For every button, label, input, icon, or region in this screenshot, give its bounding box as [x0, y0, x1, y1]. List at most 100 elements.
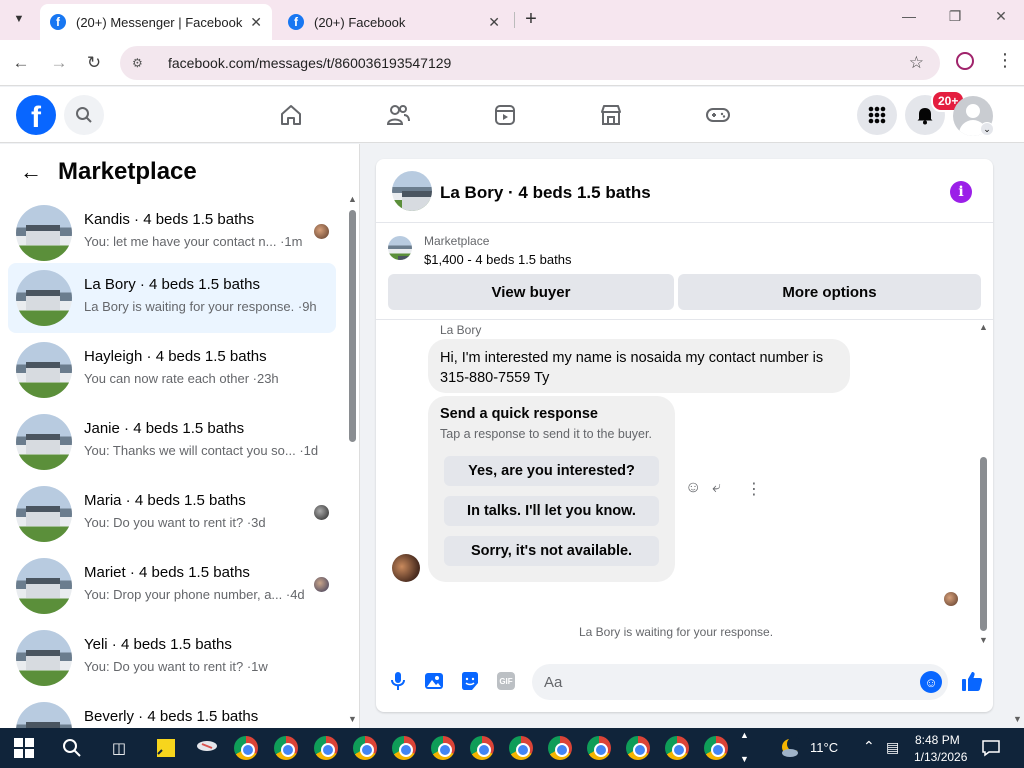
back-arrow-icon[interactable]: ←: [10, 52, 32, 74]
new-tab-button[interactable]: +: [520, 8, 542, 30]
notifications-icon[interactable]: [978, 735, 1004, 761]
back-arrow-icon[interactable]: ←: [20, 159, 42, 185]
info-icon[interactable]: i: [950, 181, 972, 203]
sender-avatar[interactable]: [392, 554, 420, 582]
menu-grid-icon[interactable]: [857, 95, 897, 135]
facebook-top-nav: f: [0, 87, 1024, 143]
chrome-icon[interactable]: [626, 736, 650, 760]
chrome-icon[interactable]: [665, 736, 689, 760]
conversation-item-selected[interactable]: La Bory · 4 beds 1.5 baths La Bory is wa…: [8, 263, 336, 333]
conversation-name: Yeli · 4 beds 1.5 baths: [84, 636, 232, 653]
chrome-icon[interactable]: [274, 736, 298, 760]
chrome-icon[interactable]: [431, 736, 455, 760]
taskbar-scroll-down-icon[interactable]: ▼: [740, 754, 749, 764]
sticky-notes-icon[interactable]: [153, 735, 179, 761]
chevron-up-icon[interactable]: ⌃: [863, 738, 875, 755]
weather-moon-icon[interactable]: [776, 735, 802, 761]
browser-menu-icon[interactable]: ⋮: [996, 50, 1014, 71]
seen-avatar: [944, 592, 958, 606]
page-scroll-down-icon[interactable]: ▼: [1013, 714, 1022, 724]
network-icon[interactable]: ▤: [886, 739, 899, 756]
gif-icon[interactable]: GIF: [497, 672, 515, 690]
friends-icon[interactable]: [384, 101, 412, 129]
chat-scrollbar[interactable]: [980, 457, 987, 631]
photo-icon[interactable]: [424, 671, 444, 691]
conversation-name: Maria · 4 beds 1.5 baths: [84, 492, 246, 509]
close-tab-icon[interactable]: ✕: [488, 14, 500, 31]
chrome-icon[interactable]: [392, 736, 416, 760]
home-icon[interactable]: [277, 101, 305, 129]
task-view-icon[interactable]: ◫: [106, 735, 132, 761]
scroll-down-arrow-icon[interactable]: ▼: [979, 635, 988, 645]
marketplace-icon[interactable]: [597, 101, 625, 129]
more-options-button[interactable]: More options: [678, 274, 981, 310]
chrome-icon[interactable]: [587, 736, 611, 760]
conversation-item[interactable]: Kandis · 4 beds 1.5 baths You: let me ha…: [8, 198, 336, 268]
conversation-item[interactable]: Janie · 4 beds 1.5 baths You: Thanks we …: [8, 407, 336, 477]
sticker-icon[interactable]: [460, 671, 480, 691]
chrome-icon[interactable]: [470, 736, 494, 760]
clock-date[interactable]: 1/13/2026: [914, 750, 967, 764]
search-icon[interactable]: [64, 95, 104, 135]
chrome-icon[interactable]: [704, 736, 728, 760]
scroll-up-arrow-icon[interactable]: ▲: [348, 194, 357, 204]
sidebar-scrollbar[interactable]: [349, 210, 356, 442]
microphone-icon[interactable]: [388, 671, 408, 691]
chrome-icon[interactable]: [234, 736, 258, 760]
temperature-text[interactable]: 11°C: [810, 740, 838, 755]
thumbs-up-icon[interactable]: [960, 669, 984, 693]
search-icon[interactable]: [59, 735, 85, 761]
facebook-logo-icon[interactable]: f: [16, 95, 56, 135]
url-omnibox[interactable]: ⚙ facebook.com/messages/t/86003619354712…: [120, 46, 940, 80]
restore-button[interactable]: ❐: [940, 8, 970, 25]
view-buyer-button[interactable]: View buyer: [388, 274, 674, 310]
tab-messenger[interactable]: f (20+) Messenger | Facebook ✕: [40, 4, 272, 40]
app-icon[interactable]: [194, 735, 220, 761]
clock-time[interactable]: 8:48 PM: [915, 733, 960, 747]
video-icon[interactable]: [491, 101, 519, 129]
tab-search-dropdown-icon[interactable]: ▼: [6, 6, 32, 32]
listing-thumbnail[interactable]: [392, 171, 432, 211]
conversation-item[interactable]: Maria · 4 beds 1.5 baths You: Do you wan…: [8, 479, 336, 549]
chrome-icon[interactable]: [314, 736, 338, 760]
emoji-icon[interactable]: ☺: [920, 671, 942, 693]
listing-thumbnail: [16, 486, 72, 542]
bookmark-star-icon[interactable]: ☆: [909, 53, 924, 73]
conversation-item[interactable]: Beverly · 4 beds 1.5 baths: [8, 695, 336, 728]
close-tab-icon[interactable]: ✕: [250, 14, 262, 31]
conversation-item[interactable]: Hayleigh · 4 beds 1.5 baths You can now …: [8, 335, 336, 405]
gaming-icon[interactable]: [704, 101, 732, 129]
taskbar-scroll-up-icon[interactable]: ▲: [740, 730, 749, 740]
minimize-button[interactable]: —: [894, 8, 924, 24]
address-bar: ← → ↻ ⚙ facebook.com/messages/t/86003619…: [0, 40, 1024, 86]
message-input[interactable]: [532, 664, 948, 700]
scroll-down-arrow-icon[interactable]: ▼: [348, 714, 357, 724]
close-window-button[interactable]: ✕: [986, 8, 1016, 25]
conversation-name: La Bory · 4 beds 1.5 baths: [84, 276, 260, 293]
reply-icon[interactable]: ⤶: [712, 479, 721, 497]
reload-icon[interactable]: ↻: [83, 52, 105, 74]
tab-facebook[interactable]: f (20+) Facebook ✕: [278, 4, 510, 40]
forward-arrow-icon[interactable]: →: [48, 52, 70, 74]
scroll-up-arrow-icon[interactable]: ▲: [979, 322, 988, 332]
chevron-down-icon[interactable]: ⌄: [980, 122, 994, 136]
conversation-item[interactable]: Yeli · 4 beds 1.5 baths You: Do you want…: [8, 623, 336, 693]
message-bubble[interactable]: Hi, I'm interested my name is nosaida my…: [428, 339, 850, 393]
conversation-item[interactable]: Mariet · 4 beds 1.5 baths You: Drop your…: [8, 551, 336, 621]
windows-start-icon[interactable]: [14, 738, 34, 758]
react-emoji-icon[interactable]: ☺: [685, 479, 701, 497]
chat-title[interactable]: La Bory · 4 beds 1.5 baths: [440, 183, 651, 203]
quick-response-button[interactable]: Yes, are you interested?: [444, 456, 659, 486]
chrome-icon[interactable]: [548, 736, 572, 760]
marketplace-sidebar: ← Marketplace Kandis · 4 beds 1.5 baths …: [0, 144, 360, 728]
more-actions-icon[interactable]: ⋮: [746, 479, 762, 499]
message-text-line: 315-880-7559 Ty: [440, 370, 550, 386]
browser-profile-icon[interactable]: [956, 52, 974, 70]
chrome-icon[interactable]: [509, 736, 533, 760]
site-settings-icon[interactable]: ⚙: [132, 56, 150, 70]
quick-response-button[interactable]: Sorry, it's not available.: [444, 536, 659, 566]
chrome-icon[interactable]: [353, 736, 377, 760]
listing-category: Marketplace: [424, 234, 490, 248]
sidebar-title: Marketplace: [58, 158, 197, 185]
quick-response-button[interactable]: In talks. I'll let you know.: [444, 496, 659, 526]
